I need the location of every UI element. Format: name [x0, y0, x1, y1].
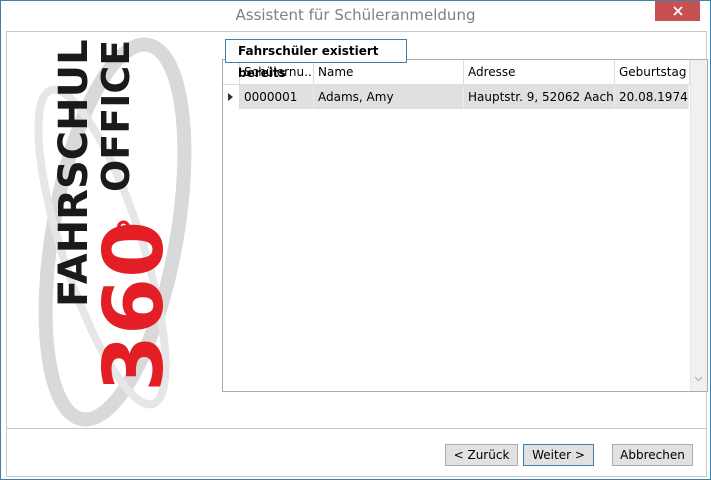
fahrschul-360-office-logo: FAHRSCHUL OFFICE 360 °	[34, 37, 192, 427]
wizard-content: FAHRSCHUL OFFICE 360 ° Schülernu... Name…	[6, 31, 708, 477]
cancel-button[interactable]: Abbrechen	[612, 444, 693, 466]
logo-line2: OFFICE	[94, 40, 138, 192]
column-header-name[interactable]: Name	[314, 60, 464, 84]
table-row[interactable]: 0000001 Adams, Amy Hauptstr. 9, 52062 Aa…	[223, 85, 689, 109]
next-button[interactable]: Weiter >	[523, 444, 594, 466]
close-icon	[672, 6, 683, 16]
vertical-scrollbar[interactable]	[690, 60, 707, 391]
window-title: Assistent für Schüleranmeldung	[235, 6, 476, 24]
wizard-window: Assistent für Schüleranmeldung FAHRSCHUL…	[0, 0, 711, 480]
back-button[interactable]: < Zurück	[445, 444, 518, 466]
students-grid[interactable]: Schülernu... Name Adresse Geburtstag 000…	[222, 59, 708, 392]
row-indicator[interactable]	[223, 85, 240, 109]
cell-birthday[interactable]: 20.08.1974	[615, 85, 689, 109]
title-bar[interactable]: Assistent für Schüleranmeldung	[1, 1, 710, 30]
logo-number: 360	[87, 221, 182, 392]
cell-name[interactable]: Adams, Amy	[314, 85, 464, 109]
column-header-birthday[interactable]: Geburtstag	[615, 60, 690, 84]
grid-header: Schülernu... Name Adresse Geburtstag	[223, 60, 707, 85]
section-label: Fahrschüler existiert bereits	[225, 39, 407, 80]
cell-address[interactable]: Hauptstr. 9, 52062 Aachen	[464, 85, 615, 109]
logo-degree: °	[111, 217, 157, 237]
cell-number[interactable]: 0000001	[240, 85, 314, 109]
column-header-address[interactable]: Adresse	[464, 60, 615, 84]
close-button[interactable]	[655, 1, 700, 21]
scroll-down-icon[interactable]	[694, 369, 703, 387]
row-pointer-icon	[228, 93, 233, 101]
footer-divider	[7, 428, 706, 429]
